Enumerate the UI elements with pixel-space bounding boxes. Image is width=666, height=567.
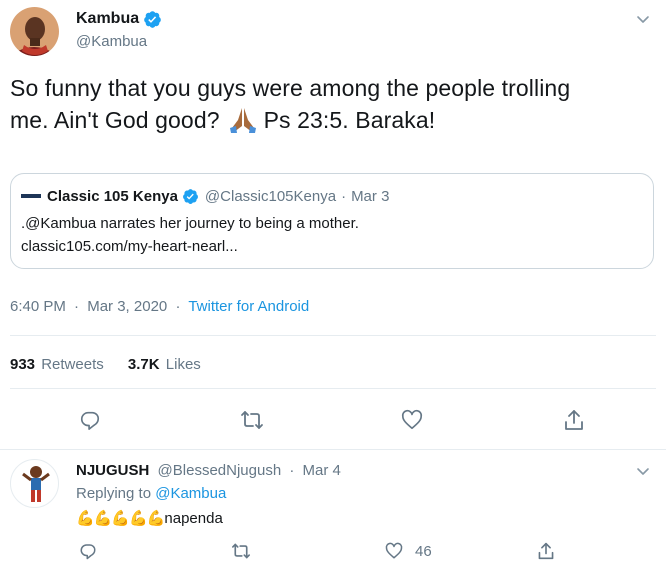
divider-2	[10, 388, 656, 389]
meta-dot-1: ·	[74, 298, 80, 315]
tweet-meta: 6:40 PM · Mar 3, 2020 · Twitter for Andr…	[10, 298, 309, 315]
quote-text-line-1: .@Kambua narrates her journey to being a…	[21, 215, 359, 232]
quote-author-handle[interactable]: @Classic105Kenya	[205, 188, 336, 205]
share-icon[interactable]	[563, 408, 585, 432]
likes-stat[interactable]: 3.7K Likes	[128, 356, 201, 373]
tweet-text: So funny that you guys were among the pe…	[10, 72, 660, 136]
reply-avatar[interactable]	[10, 459, 59, 508]
chevron-down-icon[interactable]	[635, 11, 651, 27]
retweets-label: Retweets	[41, 356, 104, 373]
likes-count: 3.7K	[127, 356, 160, 373]
quote-verified-badge-icon	[182, 188, 199, 205]
flexed-biceps-emoji-row: 💪💪💪💪💪	[76, 510, 165, 527]
like-icon[interactable]	[401, 409, 423, 431]
reply-text-body: napenda	[164, 509, 223, 527]
retweets-count: 933	[10, 356, 36, 373]
quote-text-line-2: classic105.com/my-heart-nearl...	[21, 238, 238, 255]
reply-like-icon	[385, 542, 403, 560]
author-handle[interactable]: @Kambua	[76, 33, 147, 50]
meta-dot-2: ·	[175, 298, 181, 315]
quote-tweet-card[interactable]: Classic 105 Kenya @Classic105Kenya · Mar…	[10, 173, 654, 269]
verified-badge-icon	[143, 10, 162, 29]
reply-icon[interactable]	[79, 409, 101, 431]
reply-reply-icon[interactable]	[79, 542, 97, 560]
retweet-icon[interactable]	[240, 409, 264, 431]
author-avatar[interactable]	[10, 7, 59, 56]
author-name[interactable]: Kambua	[76, 10, 139, 28]
reply-like[interactable]: 46	[385, 542, 432, 560]
likes-label: Likes	[165, 356, 201, 373]
tweet-date[interactable]: Mar 3, 2020	[87, 298, 167, 315]
tweet-text-line-1: So funny that you guys were among the pe…	[10, 75, 571, 101]
replying-to-handle[interactable]: @Kambua	[155, 485, 226, 502]
reply-retweet-icon[interactable]	[231, 542, 251, 560]
reply-date[interactable]: Mar 4	[303, 462, 341, 479]
tweet-text-line-2: me. Ain't God good? Ps 23:5. Baraka!	[10, 104, 660, 136]
reply-author-name[interactable]: NJUGUSH	[76, 462, 149, 479]
reply-chevron-down-icon[interactable]	[635, 463, 651, 479]
reply-share-icon[interactable]	[537, 541, 555, 561]
quote-header: Classic 105 Kenya @Classic105Kenya · Mar…	[21, 186, 389, 206]
reply-like-count: 46	[415, 542, 432, 560]
reply-author-handle[interactable]: @BlessedNjugush	[158, 462, 282, 479]
divider-1	[10, 335, 656, 336]
quote-author-name[interactable]: Classic 105 Kenya	[47, 188, 178, 205]
tweet-stats: 933 Retweets 3.7K Likes	[10, 356, 201, 373]
quote-date[interactable]: Mar 3	[351, 188, 389, 205]
reply-header: NJUGUSH @BlessedNjugush · Mar 4	[76, 462, 341, 479]
tweet-text-line-2b: Ps 23:5. Baraka!	[263, 107, 436, 133]
reply-text: 💪💪💪💪💪 napenda	[76, 509, 223, 528]
author-name-row: Kambua	[76, 8, 162, 30]
quote-avatar[interactable]	[21, 186, 41, 206]
divider-3	[0, 449, 666, 450]
replying-to-line: Replying to @Kambua	[76, 485, 226, 502]
tweet-text-line-2a: me. Ain't God good?	[10, 107, 220, 133]
retweets-stat[interactable]: 933 Retweets	[10, 356, 108, 373]
replying-to-label: Replying to	[76, 485, 152, 502]
tweet-time[interactable]: 6:40 PM	[10, 298, 66, 315]
praying-hands-emoji-icon	[228, 106, 258, 134]
tweet-source[interactable]: Twitter for Android	[188, 298, 309, 315]
reply-dot: ·	[289, 462, 295, 479]
quote-dot: ·	[341, 187, 347, 205]
